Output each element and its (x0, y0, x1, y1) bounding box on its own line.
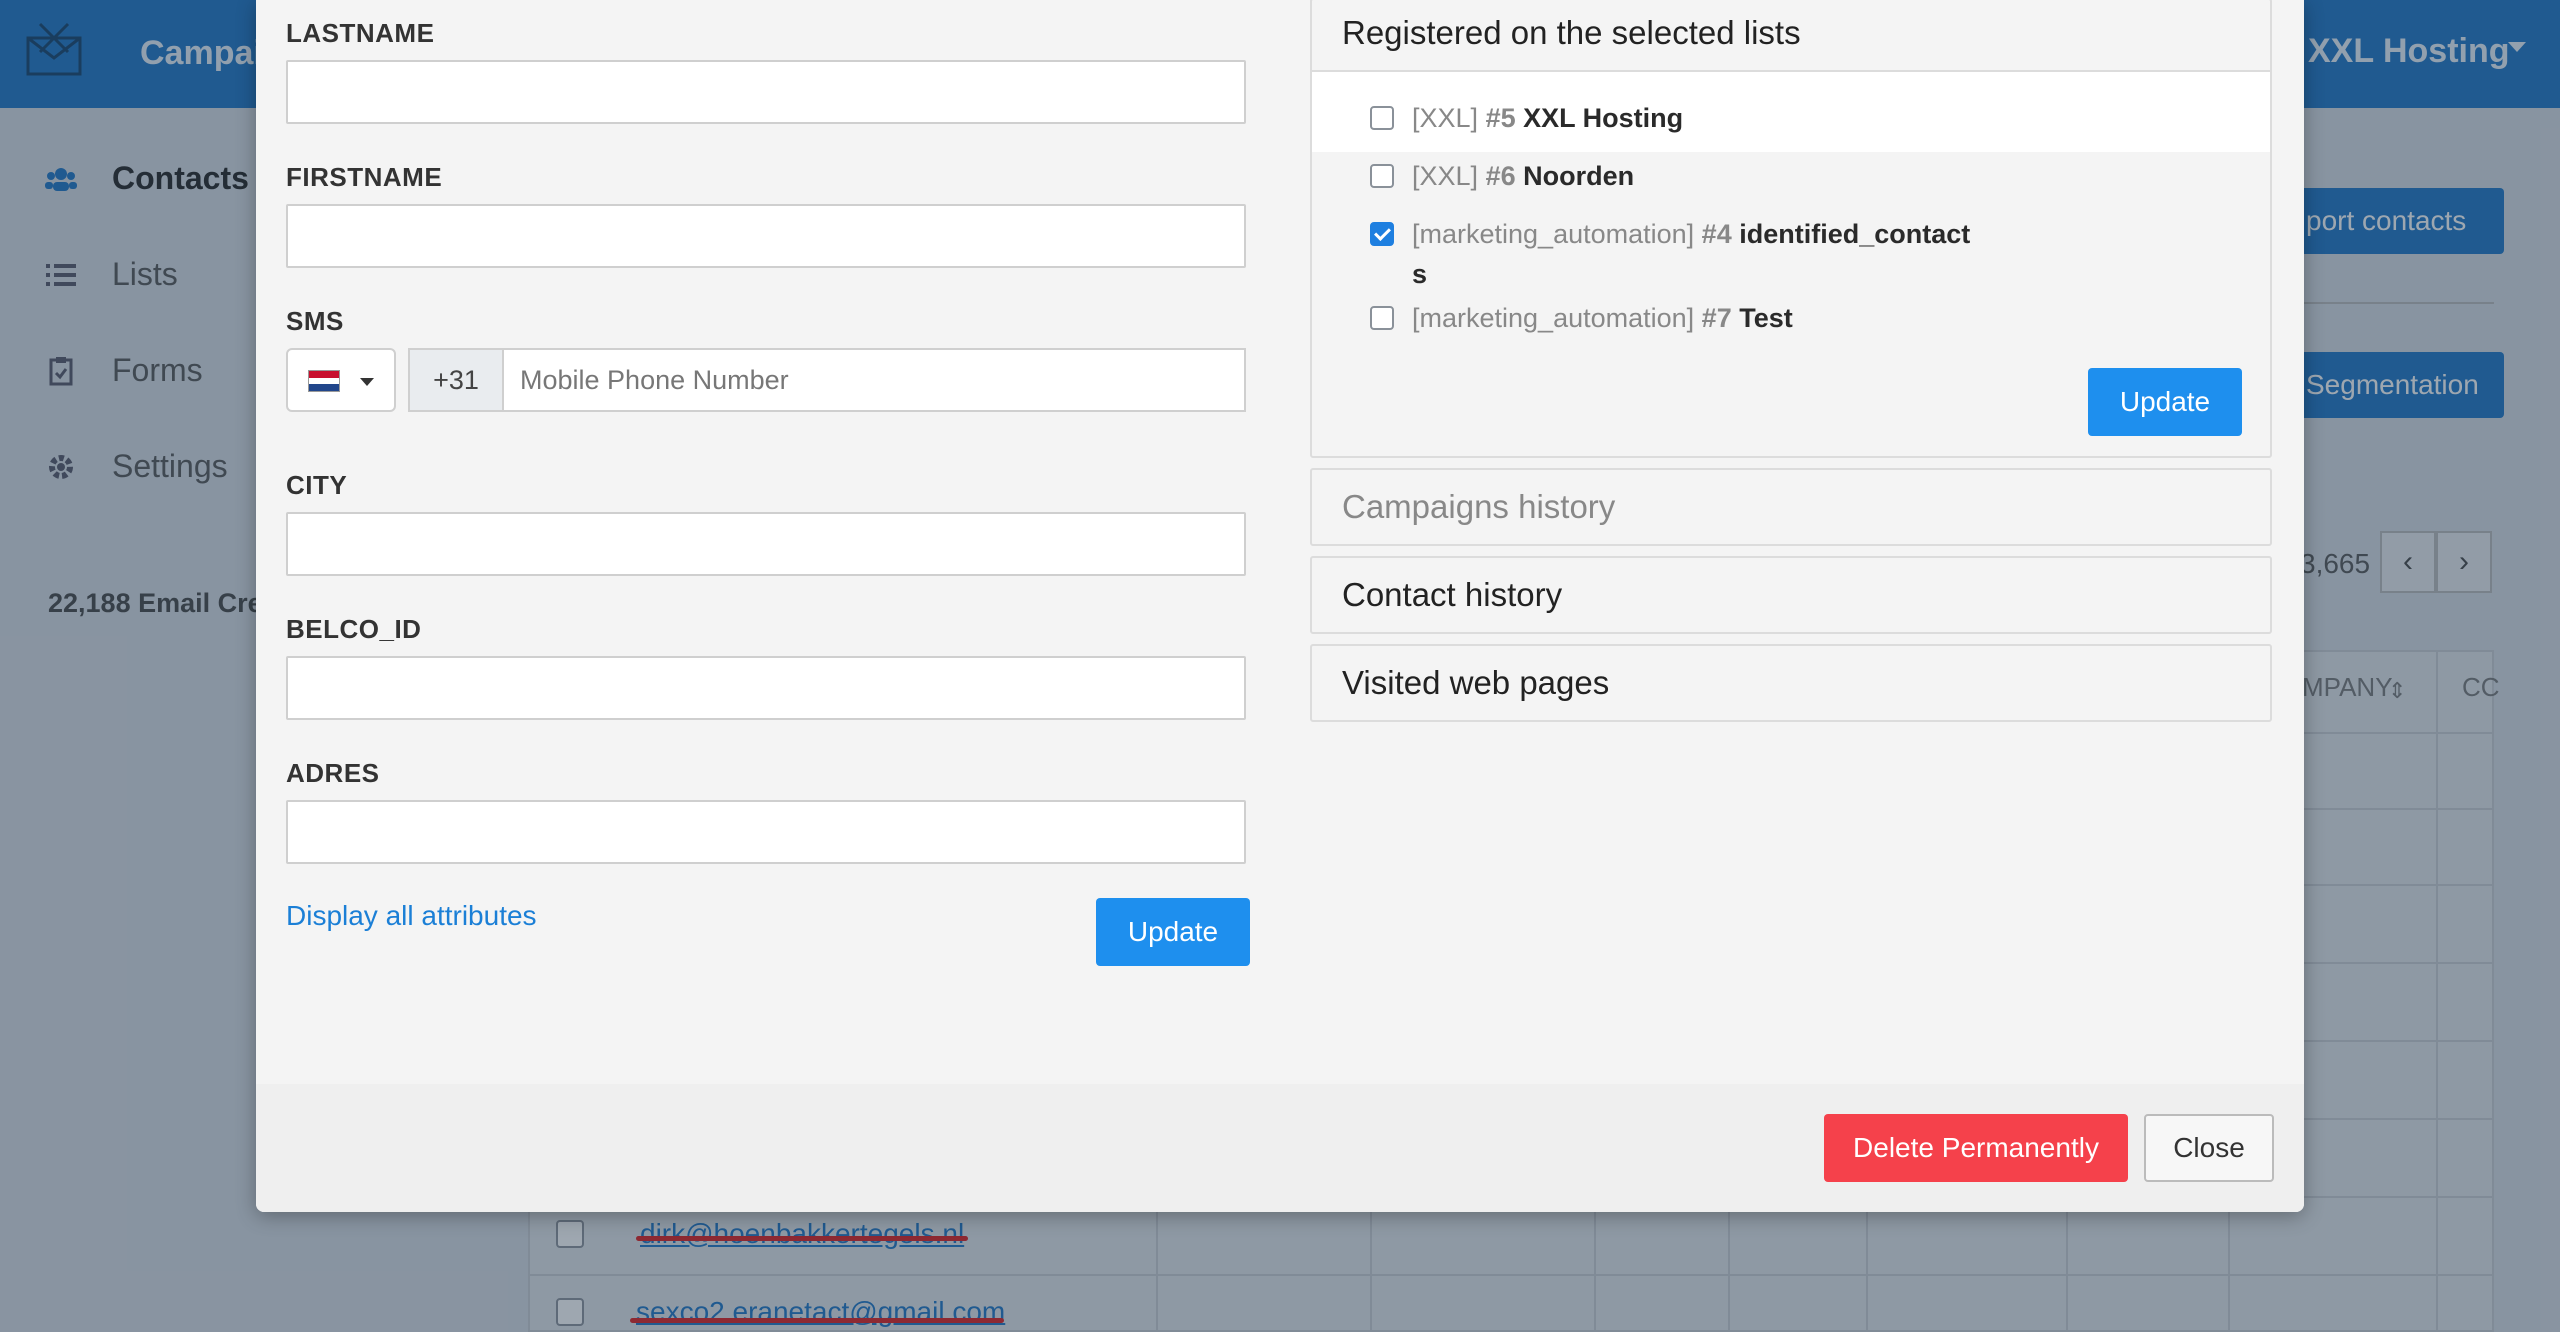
list-checkbox[interactable] (1370, 306, 1394, 330)
list-id: #5 (1485, 103, 1516, 133)
list-item-text: [marketing_automation] #4 identified_con… (1412, 214, 1972, 294)
belco-id-label: BELCO_ID (286, 614, 422, 644)
list-folder: [marketing_automation] (1412, 303, 1695, 333)
city-label: CITY (286, 470, 348, 500)
chevron-down-icon (360, 378, 374, 386)
list-id: #7 (1701, 303, 1732, 333)
update-lists-button[interactable]: Update (2088, 368, 2242, 436)
list-name: XXL Hosting (1523, 103, 1684, 133)
list-name: Noorden (1523, 161, 1635, 191)
adres-label: ADRES (286, 758, 380, 788)
list-name: Test (1739, 303, 1793, 333)
update-attributes-button[interactable]: Update (1096, 898, 1250, 966)
delete-permanently-button[interactable]: Delete Permanently (1824, 1114, 2128, 1182)
list-item-text: [XXL] #6 Noorden (1412, 156, 1972, 196)
list-item-text: [marketing_automation] #7 Test (1412, 298, 1972, 338)
phone-prefix: +31 (408, 348, 504, 412)
list-folder: [XXL] (1412, 161, 1479, 191)
lastname-input[interactable] (286, 60, 1246, 124)
list-checkbox[interactable] (1370, 164, 1394, 188)
list-folder: [marketing_automation] (1412, 219, 1695, 249)
firstname-label: FIRSTNAME (286, 162, 443, 192)
list-id: #4 (1701, 219, 1732, 249)
list-folder: [XXL] (1412, 103, 1479, 133)
lastname-label: LASTNAME (286, 18, 435, 48)
phone-number-input[interactable] (502, 348, 1246, 412)
lists-panel: Registered on the selected lists [XXL] #… (1310, 0, 2272, 458)
contact-edit-modal: LASTNAME FIRSTNAME SMS +31 CITY BELCO_ID… (256, 0, 2304, 1212)
belco-id-input[interactable] (286, 656, 1246, 720)
sms-label: SMS (286, 306, 344, 336)
adres-input[interactable] (286, 800, 1246, 864)
visited-web-pages-accordion[interactable]: Visited web pages (1310, 644, 2272, 722)
lists-panel-title: Registered on the selected lists (1342, 14, 1801, 51)
campaigns-history-title: Campaigns history (1342, 488, 1616, 525)
firstname-input[interactable] (286, 204, 1246, 268)
list-item[interactable]: [marketing_automation] #7 Test (1312, 284, 2270, 362)
contact-history-accordion[interactable]: Contact history (1310, 556, 2272, 634)
campaigns-history-accordion[interactable]: Campaigns history (1310, 468, 2272, 546)
contact-history-title: Contact history (1342, 576, 1563, 613)
country-code-select[interactable] (286, 348, 396, 412)
list-checkbox[interactable] (1370, 106, 1394, 130)
netherlands-flag-icon (308, 370, 340, 392)
list-item-text: [XXL] #5 XXL Hosting (1412, 98, 1972, 138)
visited-web-pages-title: Visited web pages (1342, 664, 1610, 701)
close-button[interactable]: Close (2144, 1114, 2274, 1182)
list-id: #6 (1485, 161, 1516, 191)
list-checkbox[interactable] (1370, 222, 1394, 246)
city-input[interactable] (286, 512, 1246, 576)
display-all-attributes-link[interactable]: Display all attributes (286, 900, 537, 932)
